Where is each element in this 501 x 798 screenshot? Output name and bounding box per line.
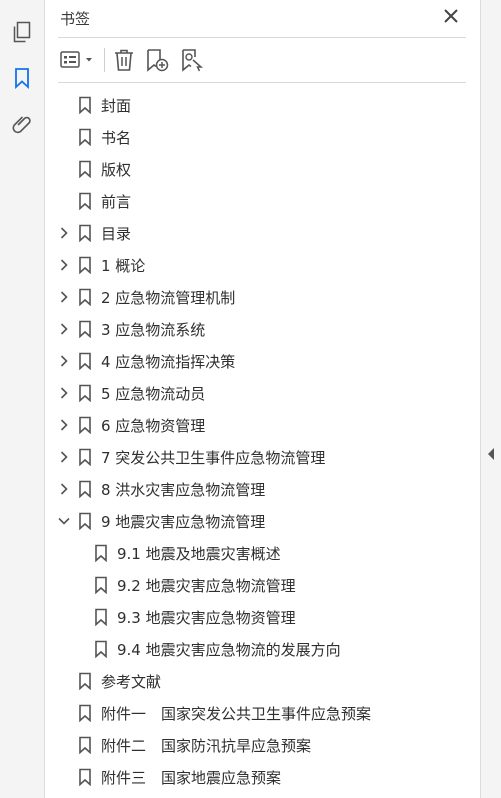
bookmark-item[interactable]: 前言 — [45, 185, 480, 217]
bookmark-item[interactable]: 9.2 地震灾害应急物流管理 — [45, 569, 480, 601]
bookmark-item[interactable]: 附件二 国家防汛抗旱应急预案 — [45, 729, 480, 761]
bookmark-icon — [95, 608, 107, 626]
bookmark-item[interactable]: 附件三 国家地震应急预案 — [45, 761, 480, 793]
bookmark-label: 2 应急物流管理机制 — [101, 289, 236, 307]
bookmark-icon — [79, 256, 91, 274]
bookmark-label: 9 地震灾害应急物流管理 — [101, 513, 266, 531]
chevron-right-icon[interactable] — [57, 290, 71, 304]
bookmarks-icon[interactable] — [10, 66, 34, 90]
bookmark-item[interactable]: 6 应急物资管理 — [45, 409, 480, 441]
bookmark-icon — [79, 288, 91, 306]
chevron-right-icon[interactable] — [57, 354, 71, 368]
divider — [58, 82, 466, 83]
bookmark-icon — [79, 416, 91, 434]
right-collapse-strip[interactable] — [480, 0, 501, 798]
bookmark-item[interactable]: 8 洪水灾害应急物流管理 — [45, 473, 480, 505]
chevron-right-icon[interactable] — [57, 226, 71, 240]
bookmark-label: 附件一 国家突发公共卫生事件应急预案 — [101, 705, 372, 723]
bookmark-icon — [79, 480, 91, 498]
close-icon[interactable] — [442, 7, 460, 25]
bookmark-icon — [79, 672, 91, 690]
attachments-icon[interactable] — [10, 112, 34, 136]
trash-icon[interactable] — [111, 48, 137, 72]
bookmark-label: 书名 — [101, 129, 132, 147]
bookmark-label: 1 概论 — [101, 257, 146, 275]
bookmark-label: 9.2 地震灾害应急物流管理 — [117, 577, 296, 595]
bookmark-item[interactable]: 版权 — [45, 153, 480, 185]
bookmark-label: 9.4 地震灾害应急物流的发展方向 — [117, 641, 341, 659]
bookmark-label: 参考文献 — [101, 673, 162, 691]
bookmark-item[interactable]: 附件一 国家突发公共卫生事件应急预案 — [45, 697, 480, 729]
bookmark-label: 4 应急物流指挥决策 — [101, 353, 236, 371]
bookmark-item[interactable]: 7 突发公共卫生事件应急物流管理 — [45, 441, 480, 473]
bookmark-label: 9.1 地震及地震灾害概述 — [117, 545, 281, 563]
bookmarks-toolbar — [45, 40, 480, 80]
page-thumbnails-icon[interactable] — [10, 20, 34, 44]
bookmark-icon — [95, 576, 107, 594]
bookmark-item[interactable]: 2 应急物流管理机制 — [45, 281, 480, 313]
chevron-right-icon[interactable] — [57, 258, 71, 272]
bookmark-icon — [79, 512, 91, 530]
bookmark-label: 版权 — [101, 161, 132, 179]
new-bookmark-icon[interactable] — [145, 48, 171, 72]
bookmark-item[interactable]: 书名 — [45, 121, 480, 153]
bookmark-label: 附件三 国家地震应急预案 — [101, 769, 282, 787]
bookmark-item[interactable]: 9.1 地震及地震灾害概述 — [45, 537, 480, 569]
bookmark-icon — [79, 320, 91, 338]
bookmark-icon — [95, 640, 107, 658]
bookmark-item[interactable]: 封面 — [45, 89, 480, 121]
bookmark-icon — [95, 544, 107, 562]
bookmark-item[interactable]: 5 应急物流动员 — [45, 377, 480, 409]
divider — [58, 37, 466, 38]
bookmark-item[interactable]: 4 应急物流指挥决策 — [45, 345, 480, 377]
toolbar-separator — [104, 48, 105, 72]
bookmark-icon — [79, 192, 91, 210]
chevron-right-icon[interactable] — [57, 322, 71, 336]
bookmark-label: 5 应急物流动员 — [101, 385, 206, 403]
chevron-right-icon[interactable] — [57, 418, 71, 432]
panel-title: 书签 — [60, 10, 91, 28]
bookmark-icon — [79, 448, 91, 466]
bookmark-item[interactable]: 参考文献 — [45, 665, 480, 697]
left-tool-strip — [0, 0, 45, 798]
list-options-icon[interactable] — [59, 48, 97, 72]
bookmark-label: 6 应急物资管理 — [101, 417, 206, 435]
bookmark-icon — [79, 128, 91, 146]
bookmark-label: 8 洪水灾害应急物流管理 — [101, 481, 266, 499]
bookmark-label: 封面 — [101, 97, 132, 115]
bookmark-icon — [79, 704, 91, 722]
bookmark-tree: 封面书名版权前言目录 1 概论 2 应急物流管理机制 3 应急物流系统 4 应急物流指挥… — [45, 89, 480, 793]
bookmark-label: 7 突发公共卫生事件应急物流管理 — [101, 449, 326, 467]
bookmark-item[interactable]: 9.4 地震灾害应急物流的发展方向 — [45, 633, 480, 665]
bookmark-item[interactable]: 9 地震灾害应急物流管理 — [45, 505, 480, 537]
bookmark-label: 9.3 地震灾害应急物资管理 — [117, 609, 296, 627]
chevron-right-icon[interactable] — [57, 482, 71, 496]
bookmark-icon — [79, 768, 91, 786]
bookmark-item[interactable]: 3 应急物流系统 — [45, 313, 480, 345]
bookmark-icon — [79, 96, 91, 114]
chevron-down-icon[interactable] — [57, 514, 71, 528]
bookmark-icon — [79, 736, 91, 754]
bookmark-icon — [79, 384, 91, 402]
find-bookmark-icon[interactable] — [179, 48, 205, 72]
bookmark-label: 附件二 国家防汛抗旱应急预案 — [101, 737, 312, 755]
chevron-right-icon[interactable] — [57, 450, 71, 464]
bookmark-label: 目录 — [101, 225, 132, 243]
bookmark-item[interactable]: 1 概论 — [45, 249, 480, 281]
collapse-arrow-icon[interactable] — [487, 448, 495, 460]
chevron-right-icon[interactable] — [57, 386, 71, 400]
bookmarks-panel: 书签 封面 书名 版权 前言 目录 1 概论 2 应急物流管理机制 3 应急物流… — [45, 0, 480, 798]
bookmark-item[interactable]: 9.3 地震灾害应急物资管理 — [45, 601, 480, 633]
bookmark-icon — [79, 224, 91, 242]
bookmark-label: 前言 — [101, 193, 132, 211]
bookmark-icon — [79, 160, 91, 178]
bookmark-item[interactable]: 目录 — [45, 217, 480, 249]
bookmark-icon — [79, 352, 91, 370]
bookmark-label: 3 应急物流系统 — [101, 321, 206, 339]
